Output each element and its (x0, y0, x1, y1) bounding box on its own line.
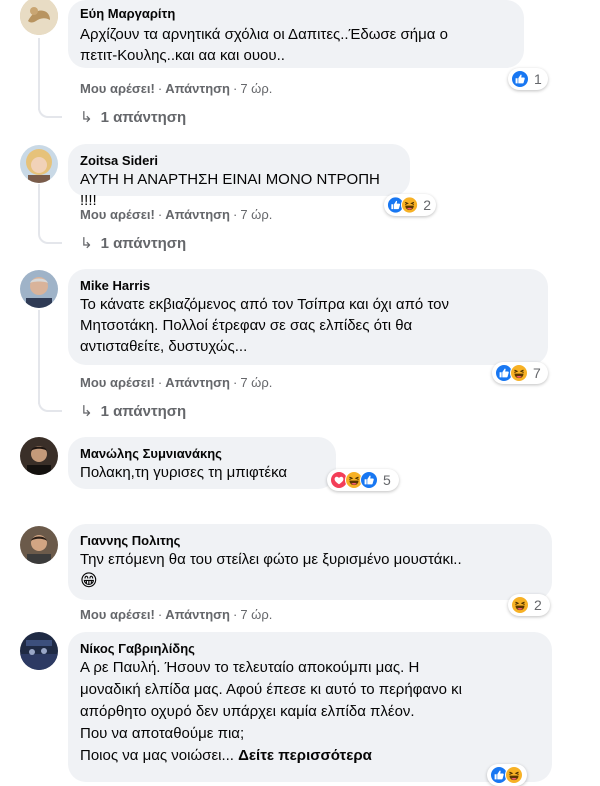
like-link[interactable]: Μου αρέσει! (80, 81, 155, 96)
reaction-count: 1 (534, 71, 542, 87)
view-replies-link[interactable]: ↳ 1 απάντηση (80, 235, 186, 253)
like-link[interactable]: Μου αρέσει! (80, 607, 155, 622)
comment-bubble: Νίκος Γαβριηλίδης Α ρε Παυλή. Ήσουν το τ… (68, 632, 552, 782)
separator: · (157, 375, 163, 390)
comment-actions: Μου αρέσει! · Απάντηση · 7 ώρ. (80, 207, 272, 223)
thread-elbow (38, 228, 62, 244)
thread-line (38, 310, 40, 404)
reaction-count: 5 (383, 472, 391, 488)
comment-author[interactable]: Μανώλης Συμνιανάκης (80, 445, 324, 462)
comment-bubble: Γιαννης Πολιτης Την επόμενη θα του στείλ… (68, 524, 552, 600)
reaction-summary[interactable]: 7 (492, 362, 548, 384)
avatar[interactable] (20, 270, 58, 308)
separator: · (232, 207, 238, 222)
reaction-summary[interactable]: 2 (508, 594, 550, 616)
replies-count: 1 απάντηση (100, 235, 187, 252)
avatar[interactable] (20, 526, 58, 564)
like-link[interactable]: Μου αρέσει! (80, 207, 155, 222)
thread-line (38, 38, 40, 110)
thread-line (38, 184, 40, 234)
comment-author[interactable]: Εύη Μαργαρίτη (80, 5, 512, 22)
comment-text: Αρχίζουν τα αρνητικά σχόλια οι Δαπιτες..… (80, 26, 448, 64)
reply-link[interactable]: Απάντηση (165, 607, 230, 622)
comment-bubble: Μανώλης Συμνιανάκης Πολακη,τη γυρισες τη… (68, 437, 336, 489)
separator: · (157, 81, 163, 96)
comment-text: Την επόμενη θα του στείλει φώτο με ξυρισ… (80, 551, 462, 568)
comment-actions: Μου αρέσει! · Απάντηση · 7 ώρ. (80, 375, 272, 391)
comment-bubble: Εύη Μαργαρίτη Αρχίζουν τα αρνητικά σχόλι… (68, 0, 524, 68)
haha-reaction-icon (505, 766, 523, 784)
avatar[interactable] (20, 632, 58, 670)
timestamp[interactable]: 7 ώρ. (240, 375, 272, 390)
comment-text: Το κάνατε εκβιαζόμενος από τον Τσίπρα κα… (80, 296, 450, 355)
timestamp[interactable]: 7 ώρ. (240, 607, 272, 622)
comment-author[interactable]: Νίκος Γαβριηλίδης (80, 640, 540, 657)
reaction-count: 2 (423, 197, 431, 213)
view-replies-link[interactable]: ↳ 1 απάντηση (80, 109, 186, 127)
avatar[interactable] (20, 145, 58, 183)
reply-link[interactable]: Απάντηση (165, 375, 230, 390)
reaction-count: 2 (534, 597, 542, 613)
separator: · (232, 375, 238, 390)
replies-count: 1 απάντηση (100, 109, 187, 126)
avatar[interactable] (20, 0, 58, 35)
reaction-count: 7 (533, 365, 541, 381)
separator: · (232, 81, 238, 96)
comment-text-last-line: Ποιος να μας νοιώσει... Δείτε περισσότερ… (80, 745, 540, 767)
comment-actions: Μου αρέσει! · Απάντηση · 7 ώρ. (80, 607, 272, 623)
timestamp[interactable]: 7 ώρ. (240, 207, 272, 222)
reply-arrow-icon: ↳ (80, 235, 93, 252)
reply-link[interactable]: Απάντηση (165, 81, 230, 96)
thread-elbow (38, 102, 62, 118)
comment-actions: Μου αρέσει! · Απάντηση · 7 ώρ. (80, 81, 272, 97)
grin-emoji: 😁 (80, 571, 98, 590)
comment-text: Α ρε Παυλή. Ήσουν το τελευταίο αποκούμπι… (80, 659, 462, 742)
like-link[interactable]: Μου αρέσει! (80, 375, 155, 390)
avatar[interactable] (20, 437, 58, 475)
comment-bubble: Zoitsa Sideri ΑΥΤΗ Η ΑΝΑΡΤΗΣΗ ΕΙΝΑΙ ΜΟΝΟ… (68, 144, 410, 209)
timestamp[interactable]: 7 ώρ. (240, 81, 272, 96)
haha-reaction-icon (511, 596, 529, 614)
comment-author[interactable]: Zoitsa Sideri (80, 152, 398, 169)
replies-count: 1 απάντηση (100, 403, 187, 420)
see-more-link[interactable]: Δείτε περισσότερα (238, 747, 372, 764)
comment-bubble: Mike Harris Το κάνατε εκβιαζόμενος από τ… (68, 269, 548, 365)
reply-link[interactable]: Απάντηση (165, 207, 230, 222)
separator: · (157, 607, 163, 622)
haha-reaction-icon (401, 196, 419, 214)
comment-author[interactable]: Γιαννης Πολιτης (80, 532, 540, 549)
like-reaction-icon (360, 471, 378, 489)
like-reaction-icon (511, 70, 529, 88)
reaction-summary[interactable]: 5 (327, 469, 399, 491)
separator: · (157, 207, 163, 222)
reply-arrow-icon: ↳ (80, 109, 93, 126)
haha-reaction-icon (510, 364, 528, 382)
reply-arrow-icon: ↳ (80, 403, 93, 420)
reaction-summary[interactable] (487, 764, 527, 786)
comment-text: Πολακη,τη γυρισες τη μπιφτέκα (80, 464, 288, 481)
comment-text: ΑΥΤΗ Η ΑΝΑΡΤΗΣΗ ΕΙΝΑΙ ΜΟΝΟ ΝΤΡΟΠΗ !!!! (80, 171, 380, 209)
view-replies-link[interactable]: ↳ 1 απάντηση (80, 403, 186, 421)
truncated-text: Ποιος να μας νοιώσει... (80, 747, 234, 764)
reaction-summary[interactable]: 1 (508, 68, 548, 90)
comment-author[interactable]: Mike Harris (80, 277, 536, 294)
thread-elbow (38, 396, 62, 412)
reaction-summary[interactable]: 2 (384, 194, 436, 216)
separator: · (232, 607, 238, 622)
